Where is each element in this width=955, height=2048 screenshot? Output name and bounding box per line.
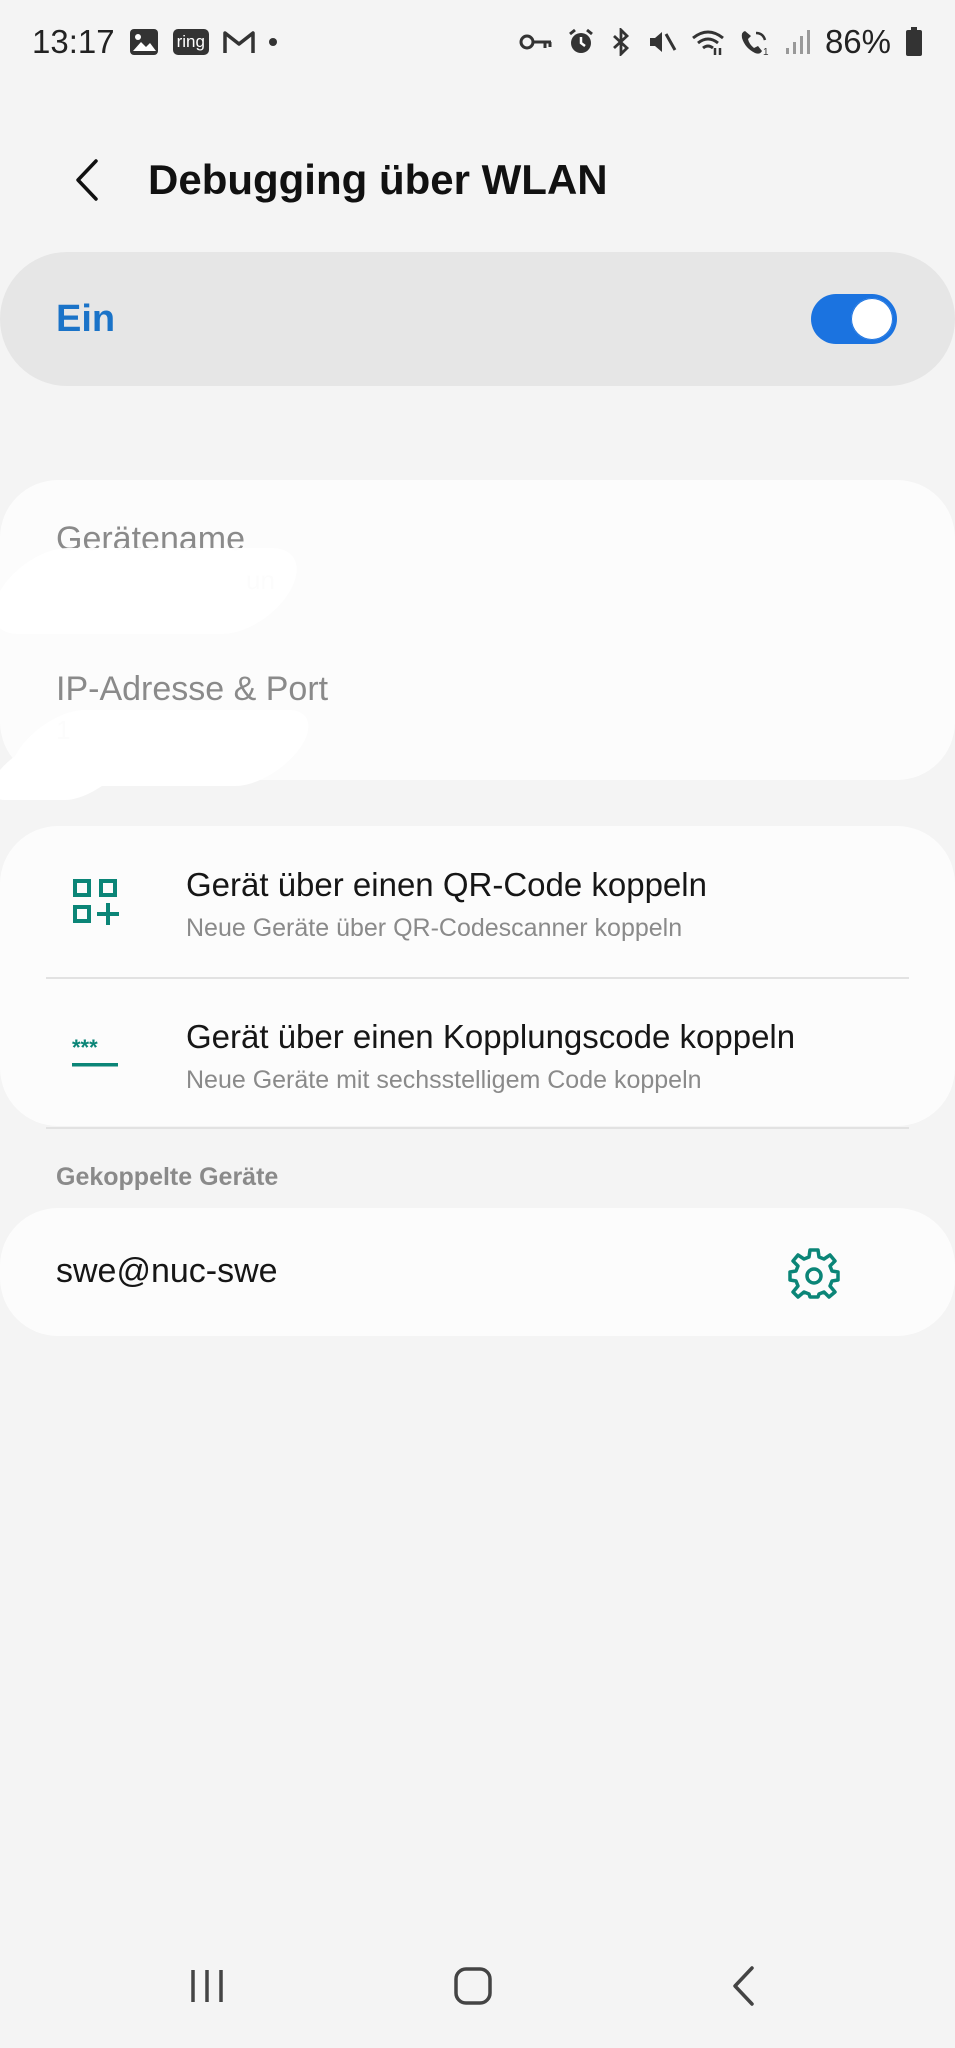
- wifi-call-icon: 1: [739, 28, 771, 56]
- ip-port-title: IP-Adresse & Port: [56, 670, 329, 708]
- battery-percent: 86%: [824, 23, 891, 60]
- status-left: 13:17 ring: [32, 23, 277, 61]
- back-icon: [733, 1966, 754, 2006]
- pair-qr-title: Gerät über einen QR-Code koppeln: [186, 866, 707, 903]
- navigation-bar: [0, 1940, 955, 2048]
- pin-code-icon: ***: [70, 1028, 122, 1080]
- back-button[interactable]: [48, 140, 128, 220]
- battery-icon: [905, 27, 923, 57]
- master-switch-row[interactable]: Ein: [0, 252, 955, 386]
- mute-icon: [647, 28, 677, 56]
- gmail-icon: [223, 29, 255, 55]
- page-title: Debugging über WLAN: [148, 156, 608, 203]
- more-dot-icon: [268, 38, 277, 46]
- home-icon: [454, 1967, 492, 2005]
- pairing-card: Gerät über einen QR-Code koppeln Neue Ge…: [0, 826, 955, 1126]
- vpn-key-icon: [519, 32, 553, 52]
- status-bar: 13:17 ring 1 86%: [0, 0, 955, 84]
- master-switch-label: Ein: [56, 297, 116, 340]
- pair-code-title: Gerät über einen Kopplungscode koppeln: [186, 1018, 796, 1055]
- pair-qr-subtitle: Neue Geräte über QR-Codescanner koppeln: [186, 914, 683, 942]
- app-header: Debugging über WLAN: [0, 130, 955, 230]
- master-toggle[interactable]: [811, 294, 897, 344]
- wifi-icon: [691, 28, 725, 56]
- gear-icon[interactable]: [788, 1248, 840, 1300]
- recents-button[interactable]: [162, 1956, 252, 2016]
- gallery-icon: [129, 28, 159, 56]
- ring-icon: ring: [172, 29, 209, 55]
- chevron-left-icon: [76, 159, 98, 201]
- home-button[interactable]: [428, 1956, 518, 2016]
- toggle-knob: [851, 298, 893, 340]
- recents-icon: [191, 1970, 223, 2002]
- pair-qr-row[interactable]: Gerät über einen QR-Code koppeln Neue Ge…: [0, 826, 955, 976]
- pair-code-row[interactable]: *** Gerät über einen Kopplungscode koppe…: [0, 978, 955, 1128]
- qr-code-add-icon: [70, 876, 122, 928]
- paired-device-name: swe@nuc-swe: [56, 1252, 278, 1290]
- status-right: 1 86%: [519, 23, 923, 61]
- alarm-icon: [567, 28, 595, 56]
- svg-text:***: ***: [72, 1039, 98, 1060]
- back-nav-button[interactable]: [698, 1956, 788, 2016]
- paired-devices-header: Gekoppelte Geräte: [56, 1163, 279, 1191]
- signal-icon: [785, 28, 811, 56]
- bluetooth-icon: [609, 28, 633, 56]
- divider: [46, 1127, 909, 1129]
- svg-text:1: 1: [763, 47, 769, 56]
- paired-device-row[interactable]: swe@nuc-swe: [0, 1208, 955, 1336]
- pair-code-subtitle: Neue Geräte mit sechsstelligem Code kopp…: [186, 1066, 702, 1094]
- status-time: 13:17: [32, 23, 115, 60]
